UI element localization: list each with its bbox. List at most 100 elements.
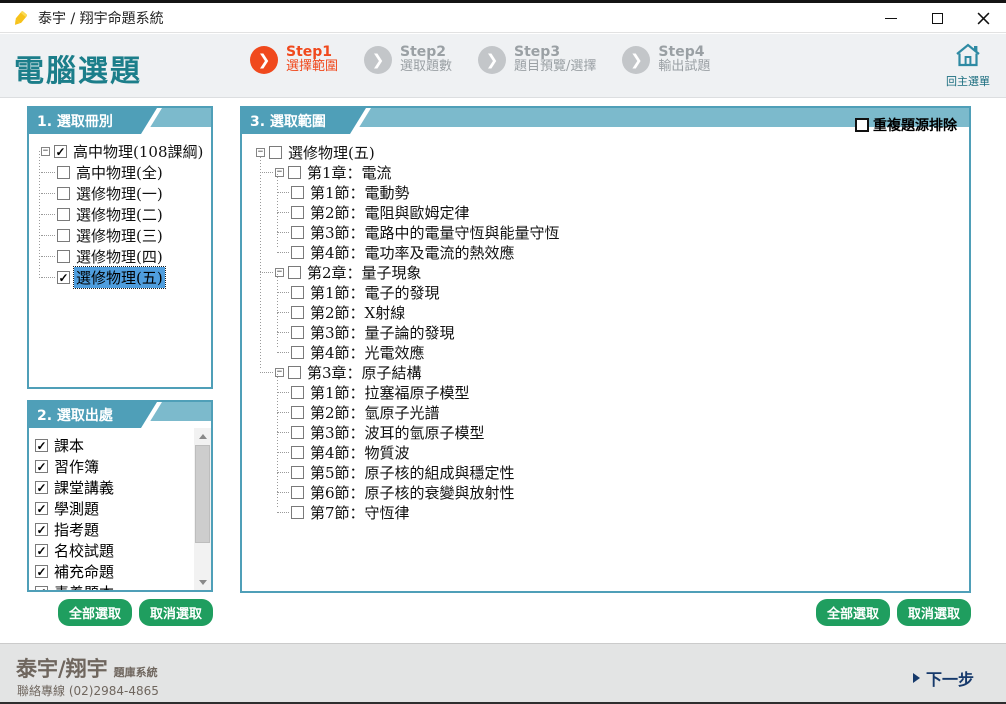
step-label: 選取題數: [400, 60, 452, 75]
tree-item-label[interactable]: 高中物理(108課綱): [71, 141, 205, 162]
step-step2[interactable]: ❯Step2選取題數: [364, 44, 452, 75]
scroll-down-button[interactable]: [194, 574, 211, 590]
tree-checkbox[interactable]: [57, 250, 70, 263]
tree-checkbox[interactable]: [288, 166, 301, 179]
tree-item-label[interactable]: 第1章：電流: [305, 162, 394, 183]
select-all-sources-button[interactable]: 全部選取: [58, 599, 132, 626]
tree-item-label[interactable]: 第3節：波耳的氫原子模型: [308, 422, 487, 443]
source-checkbox[interactable]: ✓: [35, 481, 48, 494]
tree-guide: [39, 151, 40, 278]
tree-item-label[interactable]: 第1節：電動勢: [308, 182, 412, 203]
tree-checkbox[interactable]: ✓: [57, 271, 70, 284]
scroll-up-button[interactable]: [194, 428, 211, 444]
collapse-toggle-icon[interactable]: −: [41, 147, 50, 156]
source-checkbox[interactable]: ✓: [35, 586, 48, 590]
source-checkbox[interactable]: ✓: [35, 565, 48, 578]
tree-checkbox[interactable]: [291, 466, 304, 479]
tree-item-label[interactable]: 第7節：守恆律: [308, 502, 412, 523]
tree-connector: [277, 452, 289, 453]
left-button-row: 全部選取 取消選取: [27, 599, 213, 626]
tree-checkbox[interactable]: [291, 226, 304, 239]
tree-checkbox[interactable]: [291, 386, 304, 399]
source-checkbox[interactable]: ✓: [35, 502, 48, 515]
tree-checkbox[interactable]: [291, 246, 304, 259]
next-step-button[interactable]: 下一步: [913, 666, 974, 690]
source-checkbox[interactable]: ✓: [35, 544, 48, 557]
step-name: Step1: [286, 44, 338, 60]
tree-item-label[interactable]: 第2節：電阻與歐姆定律: [308, 202, 472, 223]
source-list-scrollbar[interactable]: [194, 428, 211, 590]
step-step4[interactable]: ❯Step4輸出試題: [622, 44, 710, 75]
scrollbar-thumb[interactable]: [195, 445, 210, 543]
tree-connector: [277, 312, 289, 313]
source-checkbox[interactable]: ✓: [35, 460, 48, 473]
panel-volume-select: 1. 選取冊別 −✓高中物理(108課綱)高中物理(全)選修物理(一)選修物理(…: [27, 106, 213, 389]
tree-checkbox[interactable]: [57, 166, 70, 179]
tree-item-label[interactable]: 第1節：電子的發現: [308, 282, 442, 303]
tree-item-label[interactable]: 第2節：X射線: [308, 302, 407, 323]
home-icon: [953, 42, 983, 68]
source-checkbox[interactable]: ✓: [35, 523, 48, 536]
tree-checkbox[interactable]: ✓: [54, 145, 67, 158]
home-button[interactable]: 回主選單: [942, 42, 994, 89]
tree-item-label[interactable]: 第2節：氫原子光譜: [308, 402, 442, 423]
close-button[interactable]: [960, 3, 1006, 33]
tree-item-label[interactable]: 第3節：電路中的電量守恆與能量守恆: [308, 222, 562, 243]
tree-row: 第5節：原子核的組成與穩定性: [256, 462, 969, 482]
deselect-range-button[interactable]: 取消選取: [897, 599, 971, 626]
tree-checkbox[interactable]: [291, 286, 304, 299]
tree-checkbox[interactable]: [269, 146, 282, 159]
tree-checkbox[interactable]: [291, 326, 304, 339]
collapse-toggle-icon[interactable]: −: [256, 148, 265, 157]
tree-checkbox[interactable]: [57, 187, 70, 200]
source-checkbox[interactable]: ✓: [35, 439, 48, 452]
tree-row: − 選修物理(五): [256, 142, 969, 162]
panel1-header: 1. 選取冊別: [29, 108, 211, 134]
tree-item-label[interactable]: 第1節：拉塞福原子模型: [308, 382, 472, 403]
tree-connector: [277, 432, 289, 433]
tree-item-label[interactable]: 選修物理(四): [74, 246, 165, 267]
tree-row: 第4節：光電效應: [256, 342, 969, 362]
brand-suffix: 題庫系統: [114, 666, 158, 679]
tree-checkbox[interactable]: [291, 426, 304, 439]
tree-item-label[interactable]: 第5節：原子核的組成與穩定性: [308, 462, 517, 483]
step-step1[interactable]: ❯Step1選擇範圍: [250, 44, 338, 75]
tree-guide: [277, 174, 278, 248]
tree-checkbox[interactable]: [57, 229, 70, 242]
tree-checkbox[interactable]: [291, 306, 304, 319]
tree-checkbox[interactable]: [291, 206, 304, 219]
dedupe-checkbox[interactable]: 重複題源排除: [855, 115, 957, 135]
tree-checkbox[interactable]: [291, 506, 304, 519]
tree-checkbox[interactable]: [291, 186, 304, 199]
tree-item-label[interactable]: 選修物理(三): [74, 225, 165, 246]
deselect-sources-button[interactable]: 取消選取: [139, 599, 213, 626]
tree-checkbox[interactable]: [291, 446, 304, 459]
tree-checkbox[interactable]: [57, 208, 70, 221]
tree-connector: [260, 272, 273, 273]
step-step3[interactable]: ❯Step3題目預覽/選擇: [478, 44, 596, 75]
tree-checkbox[interactable]: [291, 346, 304, 359]
tree-item-label[interactable]: 選修物理(一): [74, 183, 165, 204]
tree-item-label[interactable]: 第3章：原子結構: [305, 362, 424, 383]
tree-item-label[interactable]: 選修物理(五): [286, 142, 377, 163]
maximize-button[interactable]: [914, 3, 960, 33]
tree-item-label[interactable]: 第6節：原子核的衰變與放射性: [308, 482, 517, 503]
tree-item-label[interactable]: 第2章：量子現象: [305, 262, 424, 283]
tree-checkbox[interactable]: [288, 366, 301, 379]
tree-checkbox[interactable]: [291, 486, 304, 499]
tree-row: −✓ 高中物理(108課綱): [35, 141, 211, 162]
tree-checkbox[interactable]: [291, 406, 304, 419]
tree-item-label[interactable]: 第3節：量子論的發現: [308, 322, 457, 343]
tree-item-label[interactable]: 選修物理(二): [74, 204, 165, 225]
dedupe-checkbox-box[interactable]: [855, 118, 869, 132]
tree-row: 第4節：物質波: [256, 442, 969, 462]
tree-item-label[interactable]: 選修物理(五): [74, 267, 165, 288]
tree-item-label[interactable]: 高中物理(全): [74, 162, 165, 183]
tree-item-label[interactable]: 第4節：物質波: [308, 442, 412, 463]
tree-connector: [41, 277, 55, 278]
select-all-range-button[interactable]: 全部選取: [816, 599, 890, 626]
tree-checkbox[interactable]: [288, 266, 301, 279]
tree-item-label[interactable]: 第4節：光電效應: [308, 342, 427, 363]
minimize-button[interactable]: [868, 3, 914, 33]
tree-item-label[interactable]: 第4節：電功率及電流的熱效應: [308, 242, 517, 263]
